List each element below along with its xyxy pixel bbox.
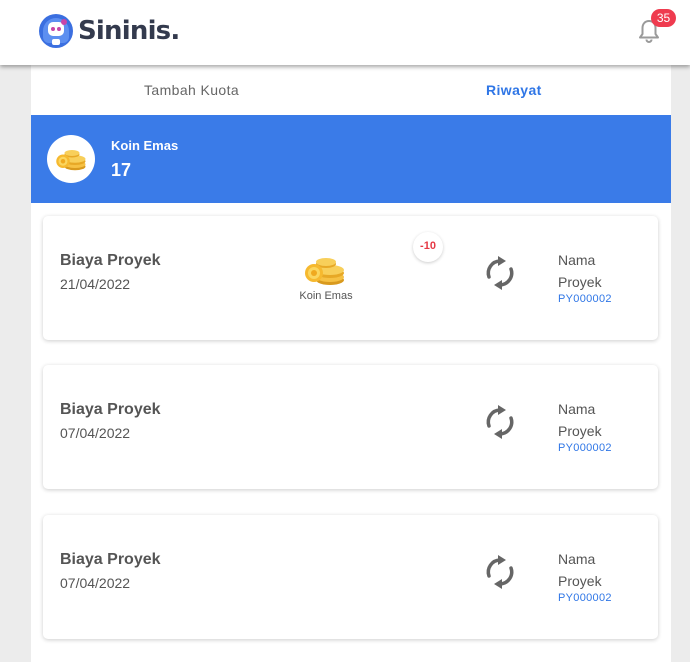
koin-balance-banner: Koin Emas 17 — [31, 115, 671, 203]
history-date: 21/04/2022 — [60, 276, 131, 292]
tab-riwayat[interactable]: Riwayat — [486, 82, 542, 98]
coin-type-label: Koin Emas — [299, 290, 353, 302]
history-title: Biaya Proyek — [60, 252, 161, 269]
brand-logo[interactable]: Sininis. — [38, 13, 180, 49]
history-date: 07/04/2022 — [60, 575, 131, 591]
project-name: Nama Proyek — [558, 551, 602, 589]
project-code-link[interactable]: PY000002 — [558, 442, 612, 454]
history-title: Biaya Proyek — [60, 551, 161, 568]
project-name: Nama Proyek — [558, 252, 602, 290]
brand-name: Sininis. — [78, 16, 180, 46]
coin-delta-badge: -10 — [413, 232, 443, 262]
history-title: Biaya Proyek — [60, 401, 161, 418]
tab-tambah-kuota[interactable]: Tambah Kuota — [144, 82, 239, 98]
history-card[interactable]: Biaya Proyek 07/04/2022 Nama Proyek PY00… — [43, 515, 658, 639]
sync-icon — [485, 555, 515, 589]
project-name: Nama Proyek — [558, 401, 602, 439]
tab-bar: Tambah Kuota Riwayat — [31, 65, 671, 115]
sync-icon — [485, 256, 515, 290]
coins-icon — [302, 254, 350, 286]
history-date: 07/04/2022 — [60, 425, 131, 441]
history-card[interactable]: Biaya Proyek 07/04/2022 Nama Proyek PY00… — [43, 365, 658, 489]
history-card[interactable]: Biaya Proyek 21/04/2022 Koin Emas -10 Na… — [43, 216, 658, 340]
notification-badge: 35 — [651, 9, 676, 27]
sync-icon — [485, 405, 515, 439]
project-code-link[interactable]: PY000002 — [558, 592, 612, 604]
coins-icon — [47, 135, 95, 183]
top-bar: Sininis. 35 — [0, 0, 690, 65]
koin-label: Koin Emas — [111, 138, 179, 153]
robot-logo-icon — [38, 13, 75, 49]
project-code-link[interactable]: PY000002 — [558, 293, 612, 305]
main-panel: Tambah Kuota Riwayat Koin Emas 17 Biaya … — [31, 65, 671, 662]
koin-balance: 17 — [111, 160, 132, 180]
